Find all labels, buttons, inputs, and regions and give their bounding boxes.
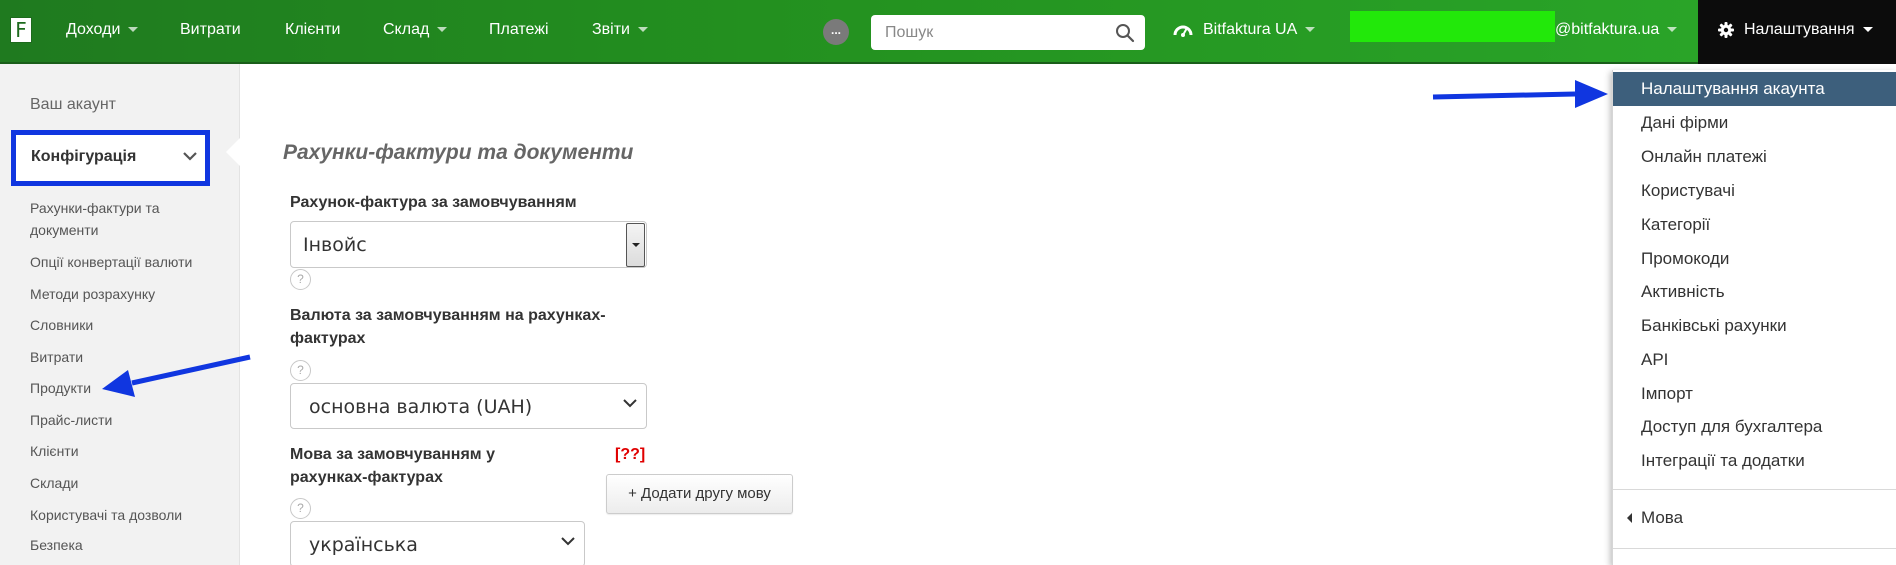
menu-item-promo-codes[interactable]: Промокоди (1613, 242, 1896, 276)
sidebar-item-users-permissions[interactable]: Користувачі та дозволи (30, 504, 182, 526)
menu-item-import[interactable]: Імпорт (1613, 377, 1896, 411)
default-language-label: Мова за замовчуванням у рахунках-фактура… (290, 446, 495, 486)
menu-item-bank-accounts[interactable]: Банківські рахунки (1613, 309, 1896, 343)
sidebar-item-payment-methods[interactable]: Методи розрахунку (30, 283, 155, 305)
settings-menu-button[interactable]: Налаштування (1698, 0, 1896, 64)
nav-clients-label: Клієнти (285, 21, 341, 38)
caret-down-icon (632, 243, 640, 247)
sidebar-item-clients[interactable]: Клієнти (30, 440, 79, 462)
chevron-down-icon (437, 27, 448, 33)
default-invoice-label: Рахунок-фактура за замовчуванням (290, 194, 577, 211)
sidebar-item-products[interactable]: Продукти (30, 377, 91, 399)
sidebar-item-dictionaries[interactable]: Словники (30, 314, 93, 336)
logo-icon[interactable]: F (10, 17, 32, 43)
nav-income-label: Доходи (66, 21, 121, 38)
arrow-annotation-icon (1432, 80, 1608, 108)
help-icon[interactable]: ? (290, 269, 311, 290)
nav-payments[interactable]: Платежі (489, 0, 549, 62)
active-section-pointer (226, 138, 240, 166)
config-label: Конфігурація (31, 148, 137, 165)
sidebar-item-security[interactable]: Безпека (30, 534, 83, 556)
settings-dropdown-menu: Налаштування акаунта Дані фірми Онлайн п… (1612, 70, 1896, 565)
sidebar-item-expenses[interactable]: Витрати (30, 346, 83, 368)
nav-reports[interactable]: Звіти (592, 0, 648, 62)
company-name: Bitfaktura UA (1203, 21, 1298, 38)
chevron-down-icon (637, 27, 648, 33)
chevron-down-icon (1862, 27, 1873, 33)
menu-divider (1613, 548, 1896, 549)
help-icon[interactable]: ? (290, 498, 311, 519)
menu-item-integrations[interactable]: Інтеграції та додатки (1613, 444, 1896, 478)
caret-left-icon (1627, 513, 1632, 523)
menu-divider (1613, 489, 1896, 490)
sidebar-account-link[interactable]: Ваш акаунт (30, 94, 116, 116)
menu-item-online-payments[interactable]: Онлайн платежі (1613, 140, 1896, 174)
nav-payments-label: Платежі (489, 21, 549, 38)
sidebar: Ваш акаунт Конфігурація Рахунки-фактури … (0, 64, 240, 565)
search-input[interactable] (871, 15, 1101, 50)
user-email: @bitfaktura.ua (1555, 21, 1660, 38)
menu-item-users[interactable]: Користувачі (1613, 174, 1896, 208)
menu-item-categories[interactable]: Категорії (1613, 208, 1896, 242)
chevron-down-icon (1305, 27, 1316, 33)
default-invoice-value: Інвойс (303, 234, 367, 256)
nav-reports-label: Звіти (592, 21, 630, 38)
default-currency-select[interactable]: основна валюта (UAH) (290, 383, 647, 429)
top-navigation-bar: F Доходи Витрати Клієнти Склад Платежі З… (0, 0, 1896, 64)
menu-item-account-settings[interactable]: Налаштування акаунта (1613, 72, 1896, 106)
chevron-down-icon (1667, 27, 1678, 33)
menu-item-accountant-access[interactable]: Доступ для бухгалтера (1613, 410, 1896, 444)
search-box (871, 15, 1145, 50)
chevron-down-icon (623, 399, 637, 408)
redacted-username (1350, 11, 1555, 42)
default-currency-value: основна валюта (UAH) (309, 396, 533, 418)
select-toggle[interactable] (626, 223, 645, 267)
default-currency-label: Валюта за замовчуванням на рахунках-факт… (290, 307, 606, 347)
more-button[interactable]: ... (823, 19, 849, 45)
menu-item-language[interactable]: Мова (1613, 501, 1896, 535)
sidebar-item-currency-options[interactable]: Опції конвертації валюти (30, 251, 192, 273)
default-language-value: українська (309, 534, 418, 556)
sidebar-item-invoices-documents[interactable]: Рахунки-фактури та документи (30, 197, 220, 241)
nav-expenses[interactable]: Витрати (180, 0, 241, 62)
help-icon[interactable]: ? (290, 360, 311, 381)
chevron-down-icon (128, 27, 139, 33)
chevron-down-icon (561, 537, 575, 546)
nav-warehouse-label: Склад (383, 21, 430, 38)
menu-item-language-label: Мова (1641, 508, 1684, 527)
settings-label: Налаштування (1744, 21, 1855, 38)
default-language-select[interactable]: українська (290, 521, 585, 565)
nav-income[interactable]: Доходи (66, 0, 139, 62)
dashboard-icon (1173, 25, 1193, 37)
add-second-language-button[interactable]: + Додати другу мову (606, 474, 793, 514)
search-icon[interactable] (1115, 23, 1135, 43)
missing-translation-marker: [??] (615, 446, 646, 463)
nav-expenses-label: Витрати (180, 21, 241, 38)
nav-clients[interactable]: Клієнти (285, 0, 340, 62)
sidebar-item-price-lists[interactable]: Прайс-листи (30, 409, 112, 431)
company-switcher[interactable]: Bitfaktura UA (1173, 0, 1316, 62)
page-title: Рахунки-фактури та документи (283, 141, 634, 164)
nav-warehouse[interactable]: Склад (383, 0, 448, 62)
menu-item-company-data[interactable]: Дані фірми (1613, 106, 1896, 140)
default-invoice-select[interactable]: Інвойс (290, 221, 647, 268)
user-menu[interactable]: @bitfaktura.ua (1555, 0, 1678, 62)
chevron-down-icon (183, 152, 197, 161)
gear-icon (1718, 21, 1734, 38)
sidebar-config-section[interactable]: Конфігурація (11, 130, 210, 186)
sidebar-item-warehouses[interactable]: Склади (30, 472, 78, 494)
menu-item-activity[interactable]: Активність (1613, 275, 1896, 309)
menu-item-api[interactable]: API (1613, 343, 1896, 377)
